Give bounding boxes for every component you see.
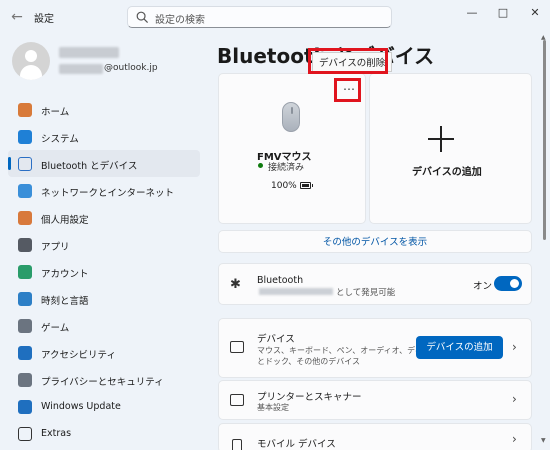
wifi-icon [18, 184, 32, 198]
scroll-down-icon[interactable]: ▼ [541, 437, 546, 444]
bluetooth-toggle[interactable] [494, 276, 522, 291]
sidebar-item[interactable]: ゲーム [8, 312, 200, 339]
sidebar-item[interactable]: アプリ [8, 231, 200, 258]
sidebar-item[interactable]: システム [8, 123, 200, 150]
avatar [12, 42, 50, 80]
bluetooth-toggle-label: オン [473, 281, 493, 292]
sidebar-item[interactable]: 時刻と言語 [8, 285, 200, 312]
keyboard-icon [230, 341, 244, 353]
accessibility-icon [18, 346, 32, 360]
device-name-redacted [259, 288, 333, 295]
sidebar-item-label: 時刻と言語 [41, 296, 89, 307]
battery-level: 100% [271, 181, 297, 191]
sidebar-item-label: ホーム [41, 107, 70, 118]
sidebar-item-label: Extras [41, 428, 72, 439]
gamepad-icon [18, 319, 32, 333]
sidebar-item-label: 個人用設定 [41, 215, 89, 226]
update-icon [18, 400, 32, 414]
show-more-devices-link[interactable]: その他のデバイスを表示 [218, 230, 532, 253]
add-device-button[interactable]: デバイスの追加 [416, 336, 503, 359]
add-device-label: デバイスの追加 [412, 167, 482, 178]
account-icon [18, 265, 32, 279]
bluetooth-title: Bluetooth [257, 275, 304, 286]
brush-icon [18, 211, 32, 225]
apps-icon [18, 238, 32, 252]
sidebar-item-label: アクセシビリティ [41, 350, 116, 361]
app-title: 設定 [34, 14, 54, 25]
shield-icon [18, 373, 32, 387]
sidebar-item-label: プライバシーとセキュリティ [41, 377, 164, 388]
printers-row-title: プリンターとスキャナー [257, 392, 362, 403]
sidebar-item-label: Bluetooth とデバイス [41, 161, 138, 172]
home-icon [18, 103, 32, 117]
sidebar-item[interactable]: Extras [8, 420, 200, 447]
sidebar-item[interactable]: アクセシビリティ [8, 339, 200, 366]
system-icon [18, 130, 32, 144]
sidebar-item[interactable]: Bluetooth とデバイス [8, 150, 200, 177]
chevron-right-icon: › [512, 432, 517, 446]
clock-globe-icon [18, 292, 32, 306]
minimize-icon[interactable]: — [461, 5, 483, 21]
highlight-box-more-button [334, 78, 361, 102]
close-icon[interactable]: ✕ [524, 5, 546, 21]
sidebar-item-label: ネットワークとインターネット [41, 188, 175, 199]
device-status: 接続済み [268, 163, 305, 173]
sidebar-nav: ホームシステム Bluetooth とデバイスネットワークとインターネット 個人用設… [8, 96, 200, 447]
user-name-redacted [59, 47, 119, 58]
plus-icon [428, 126, 454, 152]
sidebar-item-label: アカウント [41, 269, 89, 280]
sidebar-item[interactable]: ホーム [8, 96, 200, 123]
devices-row-title: デバイス [257, 334, 295, 345]
battery-icon [300, 182, 313, 189]
bluetooth-icon [18, 157, 32, 171]
user-email-domain: @outlook.jp [104, 63, 158, 73]
sidebar-item-label: アプリ [41, 242, 70, 253]
chevron-right-icon: › [512, 392, 517, 406]
maximize-icon[interactable]: □ [492, 5, 514, 21]
scrollbar-thumb[interactable] [543, 40, 546, 240]
sidebar-item[interactable]: アカウント [8, 258, 200, 285]
bluetooth-subtitle: として発見可能 [336, 288, 396, 298]
chevron-right-icon: › [512, 340, 517, 354]
search-input[interactable]: 設定の検索 [127, 6, 392, 28]
sidebar-item[interactable]: Windows Update [8, 393, 200, 420]
sidebar-item[interactable]: ネットワークとインターネット [8, 177, 200, 204]
user-email-redacted [59, 64, 103, 74]
sidebar-item-label: システム [41, 134, 79, 145]
highlight-box-tooltip [308, 48, 388, 74]
back-arrow-icon[interactable]: ← [8, 8, 26, 26]
printers-row-subtitle: 基本設定 [257, 403, 289, 412]
mouse-icon [282, 102, 300, 132]
devices-row-subtitle-2: とドック、その他のデバイス [257, 357, 361, 366]
sidebar-item[interactable]: プライバシーとセキュリティ [8, 366, 200, 393]
phone-icon [232, 439, 242, 450]
search-icon [136, 11, 149, 24]
connected-dot-icon [258, 163, 263, 168]
title-bar: ← 設定 設定の検索 — □ ✕ [0, 0, 550, 34]
sidebar-item-label: ゲーム [41, 323, 70, 334]
search-placeholder: 設定の検索 [155, 15, 205, 26]
user-profile[interactable]: @outlook.jp [12, 42, 202, 82]
printer-icon [230, 394, 244, 406]
bluetooth-icon: ✱ [230, 277, 241, 292]
extras-icon [18, 427, 32, 441]
sidebar-item-label: Windows Update [41, 401, 121, 412]
mobile-row-title: モバイル デバイス [257, 439, 336, 450]
sidebar-item[interactable]: 個人用設定 [8, 204, 200, 231]
